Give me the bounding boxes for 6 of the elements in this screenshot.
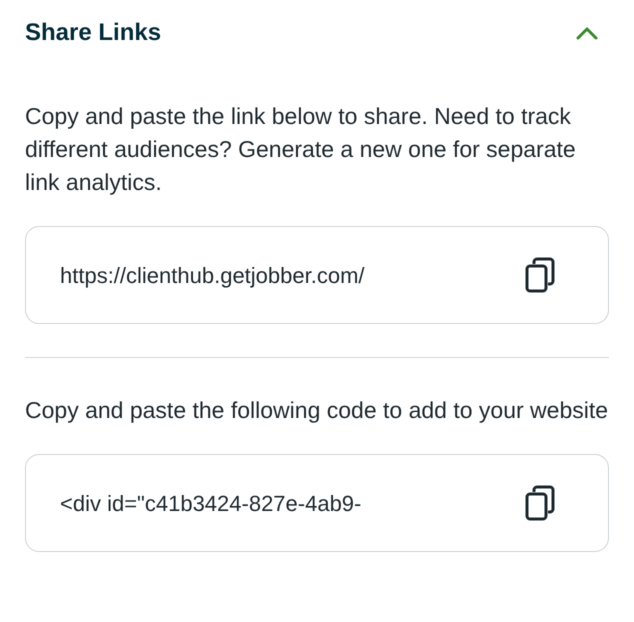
- section-title: Share Links: [25, 18, 162, 48]
- description-text: Copy and paste the link below to share. Need to track different audiences? Generate a new one for separate link analytics.: [25, 102, 577, 197]
- copy-icon: [525, 485, 555, 521]
- description-text: Copy and paste the following code to add to your website: [25, 396, 609, 425]
- copy-icon: [525, 257, 555, 293]
- chevron-up-icon: [576, 26, 598, 40]
